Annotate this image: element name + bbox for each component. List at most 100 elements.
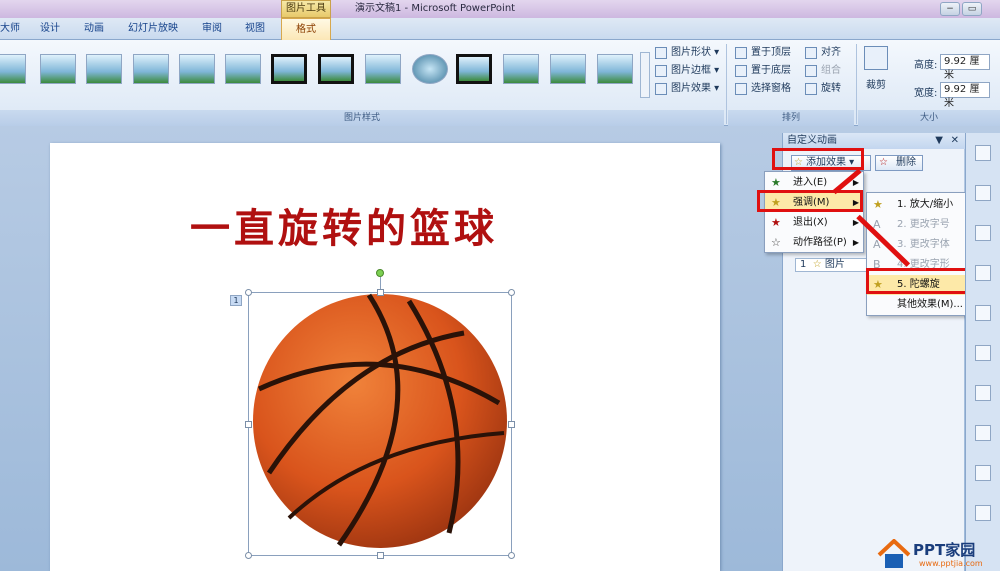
tab-review[interactable]: 审阅 bbox=[202, 22, 222, 36]
animation-list-item[interactable]: 1 ☆ 图片 bbox=[795, 258, 875, 272]
watermark-text: PPT家园 bbox=[913, 541, 976, 559]
menu-item-change-font-size[interactable]: A 2. 更改字号 bbox=[867, 215, 979, 235]
menu-item-motion-path[interactable]: ☆ 动作路径(P) ▶ bbox=[765, 233, 863, 252]
animation-order-marker[interactable]: 1 bbox=[230, 295, 242, 306]
picture-style-thumb[interactable] bbox=[0, 54, 26, 84]
bring-to-front-button[interactable]: 置于顶层 bbox=[735, 45, 791, 61]
effects-icon bbox=[655, 83, 667, 95]
group-label-size: 大小 bbox=[858, 110, 1000, 126]
picture-style-thumb[interactable] bbox=[550, 54, 586, 84]
picture-border-button[interactable]: 图片边框 ▾ bbox=[655, 63, 719, 79]
crop-button[interactable]: 裁剪 bbox=[866, 76, 886, 91]
divider bbox=[856, 44, 857, 124]
resize-handle[interactable] bbox=[245, 552, 252, 559]
tool-icon[interactable] bbox=[975, 265, 991, 281]
watermark-logo: PPT家园 www.pptjia.com bbox=[875, 537, 1000, 571]
group-button[interactable]: 组合 bbox=[805, 63, 841, 79]
add-effect-menu: ★ 进入(E) ▶ ★ 强调(M) ▶ ★ 退出(X) ▶ ☆ 动作路径(P) ▶ bbox=[764, 171, 864, 253]
selection-pane-icon bbox=[735, 83, 747, 95]
tab-master[interactable]: 大师 bbox=[0, 22, 20, 36]
highlight-add-effect bbox=[772, 148, 864, 170]
tool-icon[interactable] bbox=[975, 185, 991, 201]
tool-icon[interactable] bbox=[975, 345, 991, 361]
window-controls: − ▭ bbox=[940, 0, 1000, 18]
shape-icon bbox=[655, 47, 667, 59]
tool-icon[interactable] bbox=[975, 305, 991, 321]
effect-icon: ☆ bbox=[812, 259, 822, 270]
picture-style-thumb[interactable] bbox=[597, 54, 633, 84]
enter-star-icon: ★ bbox=[771, 176, 781, 189]
picture-style-thumb[interactable] bbox=[412, 54, 448, 84]
crop-icon[interactable] bbox=[864, 46, 888, 70]
tab-design[interactable]: 设计 bbox=[40, 22, 60, 36]
menu-item-grow-shrink[interactable]: ★ 1. 放大/缩小 bbox=[867, 195, 979, 215]
rotate-icon bbox=[805, 83, 817, 95]
group-label-picture-styles: 图片样式 bbox=[0, 110, 724, 126]
resize-handle[interactable] bbox=[508, 289, 515, 296]
picture-effects-button[interactable]: 图片效果 ▾ bbox=[655, 81, 719, 97]
picture-style-thumb[interactable] bbox=[271, 54, 307, 84]
picture-shape-button[interactable]: 图片形状 ▾ bbox=[655, 45, 719, 61]
rotate-button[interactable]: 旋转 bbox=[805, 81, 841, 97]
resize-handle[interactable] bbox=[508, 421, 515, 428]
minimize-button[interactable]: − bbox=[940, 2, 960, 16]
align-button[interactable]: 对齐 bbox=[805, 45, 841, 61]
picture-tools-context-label: 图片工具 bbox=[281, 0, 331, 18]
border-icon bbox=[655, 65, 667, 77]
grow-shrink-icon: ★ bbox=[873, 198, 883, 211]
window-title: 演示文稿1 - Microsoft PowerPoint bbox=[355, 3, 516, 14]
motion-path-icon: ☆ bbox=[771, 236, 781, 249]
align-icon bbox=[805, 47, 817, 59]
resize-handle[interactable] bbox=[245, 289, 252, 296]
tool-icon[interactable] bbox=[975, 465, 991, 481]
pane-dropdown-icon[interactable]: ▼ bbox=[935, 133, 943, 149]
tool-icon[interactable] bbox=[975, 225, 991, 241]
selection-pane-button[interactable]: 选择窗格 bbox=[735, 81, 791, 97]
resize-handle[interactable] bbox=[508, 552, 515, 559]
height-input[interactable]: 9.92 厘米 bbox=[940, 54, 990, 81]
emphasis-submenu: ★ 1. 放大/缩小 A 2. 更改字号 A 3. 更改字体 B 4. 更改字形 ★ 5.… bbox=[866, 192, 980, 316]
restore-button[interactable]: ▭ bbox=[962, 2, 982, 16]
tab-view[interactable]: 视图 bbox=[245, 22, 265, 36]
exit-star-icon: ★ bbox=[771, 216, 781, 229]
group-icon bbox=[805, 65, 817, 77]
slide-title[interactable]: 一直旋转的篮球 bbox=[190, 196, 498, 254]
house-logo-icon bbox=[877, 539, 911, 568]
picture-style-thumb[interactable] bbox=[40, 54, 76, 84]
picture-style-thumb[interactable] bbox=[225, 54, 261, 84]
ribbon-tab-bar: 大师 设计 动画 幻灯片放映 审阅 视图 格式 bbox=[0, 18, 1000, 40]
picture-style-thumb[interactable] bbox=[503, 54, 539, 84]
tab-animations[interactable]: 动画 bbox=[84, 22, 104, 36]
resize-handle[interactable] bbox=[245, 421, 252, 428]
resize-handle[interactable] bbox=[377, 289, 384, 296]
gallery-scroll[interactable] bbox=[640, 52, 650, 98]
tab-slideshow[interactable]: 幻灯片放映 bbox=[128, 22, 178, 36]
rotate-handle[interactable] bbox=[376, 269, 384, 277]
menu-item-exit[interactable]: ★ 退出(X) ▶ bbox=[765, 213, 863, 232]
resize-handle[interactable] bbox=[377, 552, 384, 559]
picture-style-thumb[interactable] bbox=[365, 54, 401, 84]
remove-effect-button[interactable]: ☆ 删除 bbox=[875, 155, 923, 171]
menu-item-more-effects[interactable]: 其他效果(M)... bbox=[867, 295, 979, 315]
close-icon[interactable]: ✕ bbox=[951, 133, 959, 149]
send-to-back-button[interactable]: 置于底层 bbox=[735, 63, 791, 79]
tool-icon[interactable] bbox=[975, 505, 991, 521]
highlight-emphasis bbox=[757, 190, 863, 212]
tool-icon[interactable] bbox=[975, 425, 991, 441]
height-label: 高度: bbox=[914, 60, 938, 71]
tab-format[interactable]: 格式 bbox=[281, 18, 331, 40]
pane-title: 自定义动画 ▼ ✕ bbox=[783, 133, 965, 149]
width-input[interactable]: 9.92 厘米 bbox=[940, 82, 990, 109]
picture-style-thumb[interactable] bbox=[318, 54, 354, 84]
picture-style-thumb[interactable] bbox=[86, 54, 122, 84]
tool-icon[interactable] bbox=[975, 145, 991, 161]
basketball-picture[interactable] bbox=[248, 292, 512, 556]
picture-style-thumb[interactable] bbox=[456, 54, 492, 84]
picture-style-thumb[interactable] bbox=[179, 54, 215, 84]
title-bar: 图片工具 演示文稿1 - Microsoft PowerPoint − ▭ bbox=[0, 0, 1000, 18]
tool-icon[interactable] bbox=[975, 385, 991, 401]
right-toolbar bbox=[965, 133, 1000, 571]
picture-style-thumb[interactable] bbox=[133, 54, 169, 84]
group-label-arrange: 排列 bbox=[728, 110, 854, 126]
remove-star-icon: ☆ bbox=[879, 157, 888, 168]
